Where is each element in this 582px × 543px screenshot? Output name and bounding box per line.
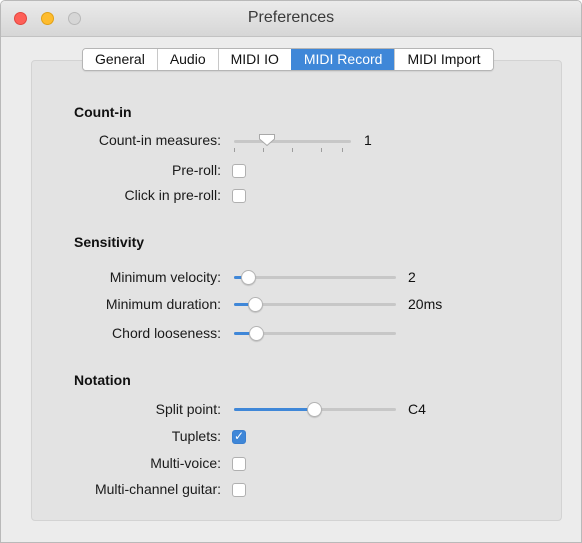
tab-general[interactable]: General	[83, 49, 157, 70]
slider-ticks	[234, 148, 351, 153]
slider-knob[interactable]	[307, 402, 322, 417]
minimum-velocity-label: Minimum velocity:	[109, 269, 221, 285]
tab-midi-record[interactable]: MIDI Record	[290, 49, 395, 70]
count-in-heading: Count-in	[74, 104, 132, 120]
tab-audio[interactable]: Audio	[156, 49, 218, 70]
slider-tick	[263, 148, 264, 152]
minimum-velocity-slider[interactable]	[234, 270, 396, 285]
slider-tick	[321, 148, 322, 152]
tab-bar: General Audio MIDI IO MIDI Record MIDI I…	[82, 48, 494, 71]
multi-voice-checkbox[interactable]	[232, 457, 246, 471]
checkmark-icon: ✓	[234, 429, 245, 443]
minimum-duration-slider[interactable]	[234, 297, 396, 312]
count-in-measures-value: 1	[364, 132, 372, 148]
pre-roll-checkbox[interactable]	[232, 164, 246, 178]
slider-knob[interactable]	[249, 326, 264, 341]
click-in-pre-roll-checkbox[interactable]	[232, 189, 246, 203]
slider-knob[interactable]	[248, 297, 263, 312]
pre-roll-label: Pre-roll:	[171, 162, 221, 178]
slider-tick	[292, 148, 293, 152]
title-bar[interactable]: Preferences	[1, 1, 581, 37]
tuplets-checkbox[interactable]: ✓	[232, 429, 246, 444]
minimum-duration-label: Minimum duration:	[105, 296, 221, 312]
multi-channel-guitar-checkbox[interactable]	[232, 483, 246, 497]
split-point-value: C4	[408, 401, 426, 417]
multi-channel-guitar-label: Multi-channel guitar:	[94, 481, 221, 497]
click-in-pre-roll-label: Click in pre-roll:	[124, 187, 221, 203]
count-in-measures-label: Count-in measures:	[98, 132, 221, 148]
split-point-slider[interactable]	[234, 402, 396, 417]
split-point-label: Split point:	[155, 401, 221, 417]
window-title: Preferences	[247, 9, 335, 26]
preferences-window: Preferences General Audio MIDI IO MIDI R…	[0, 0, 582, 543]
slider-knob[interactable]	[258, 133, 276, 147]
chord-looseness-slider[interactable]	[234, 326, 396, 341]
slider-tick	[342, 148, 343, 152]
count-in-measures-slider[interactable]	[234, 134, 351, 152]
tab-midi-io[interactable]: MIDI IO	[217, 49, 291, 70]
slider-tick	[234, 148, 235, 152]
sensitivity-heading: Sensitivity	[74, 234, 145, 250]
slider-fill	[234, 408, 315, 411]
tuplets-label: Tuplets:	[171, 428, 221, 444]
multi-voice-label: Multi-voice:	[150, 455, 221, 471]
tab-content-panel	[31, 60, 562, 521]
minimum-velocity-value: 2	[408, 269, 416, 285]
minimum-duration-value: 20ms	[408, 296, 443, 312]
tab-midi-import[interactable]: MIDI Import	[394, 49, 493, 70]
chord-looseness-label: Chord looseness:	[112, 325, 221, 341]
notation-heading: Notation	[74, 372, 131, 388]
slider-knob[interactable]	[241, 270, 256, 285]
